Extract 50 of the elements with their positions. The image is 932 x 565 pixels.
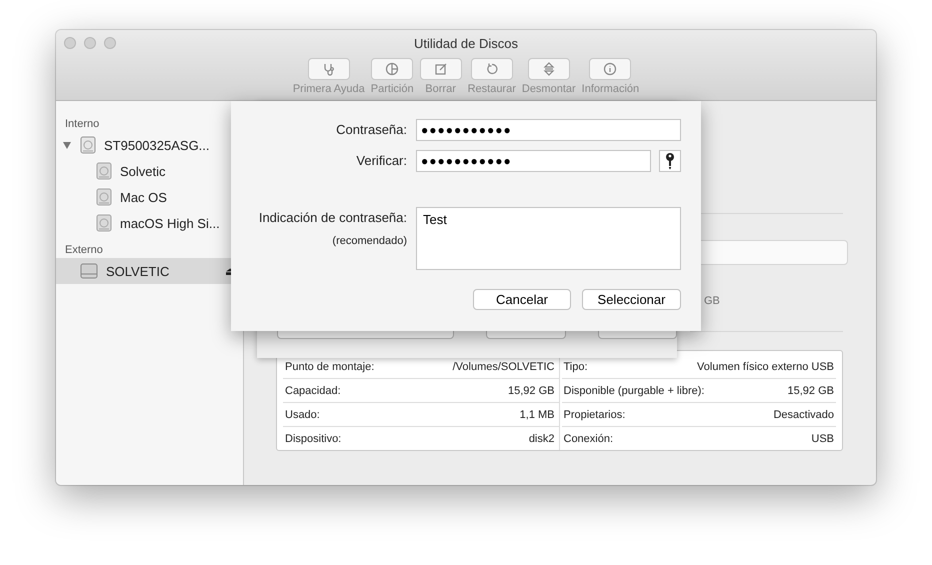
cell-label: Dispositivo: [285, 432, 342, 444]
cell-label: Usado: [285, 408, 320, 420]
stethoscope-icon [322, 62, 336, 76]
sidebar-item[interactable]: ST9500325ASG... [56, 132, 243, 158]
cell-value: Volumen físico externo USB [697, 360, 834, 372]
sidebar-item[interactable]: macOS High Si... [56, 210, 243, 236]
cell-value: Desactivado [773, 408, 834, 420]
pencil-icon [434, 62, 448, 76]
close-button[interactable] [64, 37, 76, 49]
cell-value: 15,92 GB [788, 384, 834, 396]
dialog-button[interactable]: Seleccionar [582, 289, 681, 310]
disclosure-triangle-icon[interactable] [63, 142, 71, 148]
field-label: Verificar: [355, 152, 407, 170]
dialog-button[interactable]: Cancelar [473, 289, 571, 310]
hint-field[interactable]: Test [416, 207, 681, 270]
field-label: Indicación de contraseña: [258, 209, 407, 227]
cell-value: USB [811, 432, 834, 444]
cell-label: Tipo: [564, 360, 588, 372]
section-title: Externo [64, 243, 104, 258]
cell-label: Propietarios: [564, 408, 626, 420]
cell-value: disk2 [528, 432, 554, 444]
section-title: Interno [64, 117, 100, 132]
capacity-text: GB [704, 295, 721, 307]
unmount-icon [542, 62, 556, 76]
hard-drive-icon [80, 136, 96, 154]
cell-value: 15,92 GB [508, 384, 554, 396]
cell-value: /Volumes/SOLVETIC [452, 360, 554, 372]
window-title: Utilidad de Discos [414, 36, 518, 51]
sidebar-item[interactable]: Solvetic [56, 158, 243, 184]
password-field[interactable]: ●●●●●●●●●●● [416, 150, 651, 172]
volume-icon [96, 188, 112, 206]
cell-label: Disponible (purgable + libre): [564, 384, 704, 396]
volume-icon [96, 214, 112, 232]
volume-icon [96, 162, 112, 180]
cell-label: Punto de montaje: [285, 360, 374, 372]
zoom-button[interactable] [104, 37, 116, 49]
field-note: (recomendado) [332, 235, 407, 247]
cell-value: 1,1 MB [520, 408, 554, 420]
key-button[interactable] [659, 150, 681, 172]
cell-label: Conexión: [564, 432, 614, 444]
minimize-button[interactable] [84, 37, 96, 49]
pie-icon [385, 62, 400, 76]
sidebar-item[interactable]: Mac OS [56, 184, 243, 210]
restore-icon [484, 62, 499, 76]
info-icon [603, 62, 618, 76]
cell-label: Capacidad: [285, 384, 341, 396]
password-field[interactable]: ●●●●●●●●●●● [416, 119, 681, 141]
external-drive-icon [80, 263, 98, 279]
field-label: Contraseña: [335, 121, 407, 139]
key-icon [665, 152, 675, 170]
